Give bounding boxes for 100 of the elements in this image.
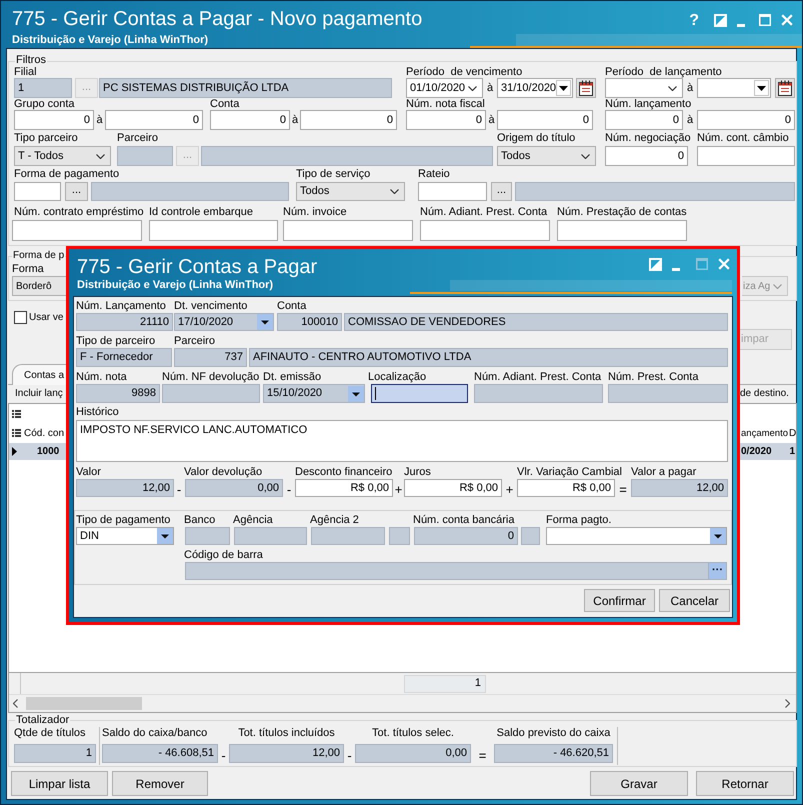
dialog-subtitle: Distribuição e Varejo (Linha WinThor) [77,279,274,292]
field-label: Núm. cont. câmbio [697,132,789,146]
dropdown[interactable]: T - Todos [14,146,111,166]
date-field[interactable]: 31/10/2020 [497,78,573,98]
dropdown[interactable]: Todos [497,146,596,166]
calendar-icon [579,80,593,96]
input-field[interactable]: R$ 0,00 [404,479,502,497]
field-label: Tipo de parceiro [76,335,156,348]
remove-button[interactable]: Remover [112,771,208,796]
date-field[interactable] [605,78,683,98]
dropdown[interactable]: Borderô [12,276,66,296]
field-label: Conta [277,300,306,313]
toolbar-text: de destino. [740,386,789,400]
field-label: Núm. conta bancária [413,514,514,527]
column-header: Cód. con [24,426,64,440]
clear-list-button[interactable]: Limpar lista [11,771,108,796]
input-field[interactable] [420,220,550,241]
field-label: Dt. emissão [263,371,322,384]
field-label: Núm. negociação [605,132,691,146]
field-label: Núm. NF devolução [162,371,260,384]
field-label: Forma pagto. [546,514,612,527]
input-field[interactable]: 0 [300,110,397,130]
range-separator-text: à [686,114,694,126]
field-label: Id controle embarque [149,206,253,220]
date-field[interactable]: 01/10/2020 [406,78,483,98]
lookup-button[interactable]: ... [491,182,512,201]
chevron-down-icon [390,189,399,194]
input-field[interactable]: 0 [497,110,593,130]
save-button[interactable]: Gravar [590,771,688,796]
text-area[interactable]: IMPOSTO NF.SERVICO LANC.AUTOMATICO [76,420,728,462]
field-label: Qtde de títulos [14,727,86,741]
input-field[interactable]: 0 [605,110,683,130]
chevron-right-icon[interactable] [785,699,790,708]
lookup-button[interactable]: ... [65,182,88,201]
field-label: Agência 2 [310,514,359,527]
list-icon[interactable] [12,410,21,418]
calendar-button[interactable] [576,78,596,98]
operator-text: - [347,748,352,762]
field-label: Tipo de serviço [296,168,370,182]
chevron-down-icon [96,154,105,158]
total-cell: 1 [404,674,486,692]
close-icon[interactable] [781,14,793,26]
dialog-title: 775 - Gerir Contas a Pagar [77,255,318,279]
input-field[interactable]: R$ 0,00 [517,479,615,497]
input-field[interactable] [149,220,278,241]
split-square-icon[interactable] [649,258,662,271]
field-label: Núm. Prest. Conta [608,371,698,384]
input-field[interactable]: 0 [105,110,203,130]
group-title: Totalizador [15,714,70,726]
input-field[interactable]: R$ 0,00 [295,479,393,497]
input-field[interactable] [12,220,142,241]
input-field[interactable]: 0 [14,110,94,130]
input-field[interactable] [14,182,61,201]
window-subtitle: Distribuição e Varejo (Linha WinThor) [12,34,210,47]
operator-text: - [221,748,226,762]
field-label: Valor devolução [184,466,262,479]
horizontal-scrollbar[interactable] [9,694,796,712]
input-field[interactable]: 0 [697,110,795,130]
field-label: Dt. vencimento [174,300,248,313]
input-field[interactable] [283,220,413,241]
confirm-button[interactable]: Confirmar [584,589,655,612]
scroll-thumb[interactable] [26,697,142,710]
list-icon[interactable] [12,429,21,437]
operator-text: - [286,483,292,496]
calendar-button[interactable] [775,78,795,98]
input-field[interactable] [557,220,687,241]
close-icon[interactable] [718,258,730,270]
checkbox[interactable] [14,310,27,324]
range-separator-text: à [292,114,298,126]
field-label: Valor a pagar [631,466,696,479]
field-label: Grupo conta [14,98,75,110]
input-field[interactable] [697,146,795,166]
dropdown[interactable]: DIN [76,527,174,545]
input-field[interactable] [371,384,468,403]
field-label: Núm. Adiant. Prest. Conta [420,206,548,220]
input-field[interactable]: 0 [605,146,688,166]
cancel-button[interactable]: Cancelar [659,589,730,612]
dropdown[interactable]: Todos [296,182,405,201]
operator-text: + [394,483,402,496]
field-label: Valor [76,466,101,479]
field-label: Tot. títulos incluídos [238,727,335,741]
table-cell: 1000 [37,445,60,458]
field-label: Núm. nota fiscal [406,98,485,110]
field-label: Origem do título [497,132,576,146]
chevron-left-icon[interactable] [13,699,18,708]
return-button[interactable]: Retornar [696,771,794,796]
chevron-down-icon [668,86,677,90]
date-field[interactable] [697,78,771,98]
field-label: Período de vencimento [406,66,522,78]
field-label: Saldo do caixa/banco [102,727,208,741]
lookup-button[interactable]: ··· [709,562,727,580]
group-title: Forma de p [12,250,66,262]
field-label: Filial [14,66,37,78]
split-square-icon[interactable] [714,14,727,27]
field-label: Histórico [76,406,119,420]
input-field[interactable] [418,182,487,201]
input-field[interactable]: 0 [406,110,486,130]
group-title: Filtros [15,54,47,66]
input-field[interactable]: 0 [210,110,290,130]
tab[interactable]: Contas a [12,364,66,385]
